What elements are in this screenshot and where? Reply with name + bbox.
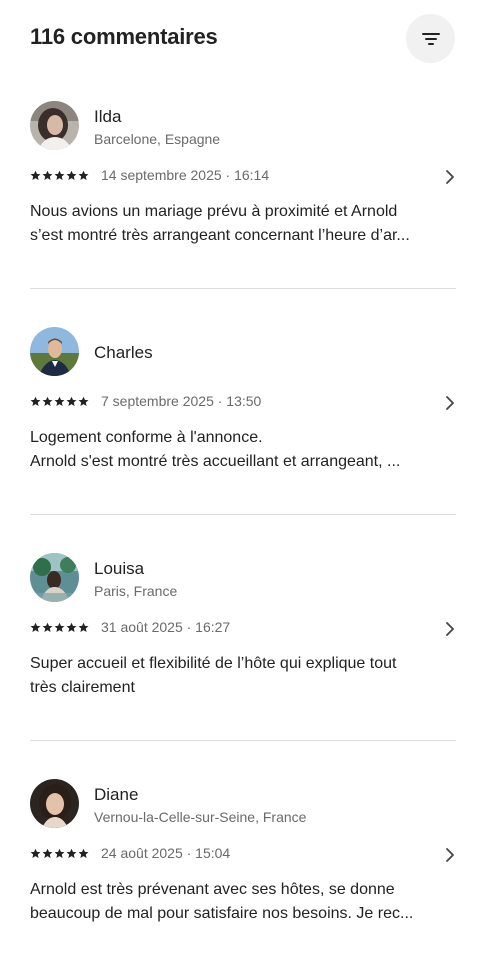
filter-icon [421,32,440,45]
reviewer-name: Diane [94,785,139,804]
star-icon [66,396,77,406]
star-icon [66,848,77,858]
review-date: 14 septembre 2025 · 16:14 [101,167,270,183]
review-text[interactable]: Super accueil et flexibilité de l’hôte q… [30,652,456,700]
star-icon [42,396,53,406]
star-icon [54,170,65,180]
review-text-line: s’est montré très arrangeant concernant … [30,227,410,244]
review-date: 7 septembre 2025 · 13:50 [101,393,262,409]
reviewer-name: Charles [94,343,153,362]
star-icon [66,622,77,632]
review-text[interactable]: Logement conforme à l'annonce. Arnold s'… [30,426,456,474]
star-rating [30,622,89,633]
review-meta: 31 août 2025 · 16:27 [30,619,456,639]
review-text-line: Arnold est très prévenant avec ses hôtes… [30,881,395,898]
reviewer-name: Louisa [94,559,145,578]
review-text-line: Arnold s'est montré très accueillant et … [30,453,401,470]
reviewer-name: Ilda [94,107,122,126]
review-text-line: Super accueil et flexibilité de l’hôte q… [30,655,397,672]
review-item: Louisa Paris, France 31 août 2025 · 16:2… [30,553,456,713]
review-date: 31 août 2025 · 16:27 [101,619,231,635]
review-item: Charles 7 septembre 2025 · 13:50 Logemen… [30,327,456,487]
star-icon [78,622,89,632]
star-icon [78,170,89,180]
star-rating [30,170,89,181]
star-icon [66,170,77,180]
review-text-line: beaucoup de mal pour satisfaire nos beso… [30,905,414,922]
review-text-line: Logement conforme à l'annonce. [30,429,263,446]
avatar[interactable] [30,779,79,828]
divider [30,288,456,289]
divider [30,514,456,515]
avatar[interactable] [30,101,79,150]
review-item: Diane Vernou-la-Celle-sur-Seine, France … [30,779,456,939]
avatar[interactable] [30,327,79,376]
avatar[interactable] [30,553,79,602]
star-icon [78,396,89,406]
chevron-right-icon[interactable] [444,621,456,637]
divider [30,740,456,741]
review-item: Ilda Barcelone, Espagne 14 septembre 202… [30,101,456,261]
chevron-right-icon[interactable] [444,847,456,863]
star-icon [54,848,65,858]
review-text[interactable]: Nous avions un mariage prévu à proximité… [30,200,456,248]
review-text[interactable]: Arnold est très prévenant avec ses hôtes… [30,878,456,926]
review-text-line: Nous avions un mariage prévu à proximité… [30,203,398,220]
reviews-header: 116 commentaires [0,0,485,78]
star-rating [30,396,89,407]
star-icon [78,848,89,858]
star-icon [30,848,41,858]
reviewer-location: Paris, France [94,583,178,599]
review-date: 24 août 2025 · 15:04 [101,845,231,861]
review-meta: 7 septembre 2025 · 13:50 [30,393,456,413]
star-icon [30,170,41,180]
star-rating [30,848,89,859]
chevron-right-icon[interactable] [444,395,456,411]
star-icon [42,170,53,180]
page-title: 116 commentaires [30,24,218,49]
chevron-right-icon[interactable] [444,169,456,185]
review-meta: 24 août 2025 · 15:04 [30,845,456,865]
review-text-line: très clairement [30,679,135,696]
star-icon [42,848,53,858]
filter-button[interactable] [406,14,455,63]
star-icon [30,622,41,632]
star-icon [42,622,53,632]
reviewer-location: Vernou-la-Celle-sur-Seine, France [94,809,307,825]
star-icon [54,622,65,632]
star-icon [30,396,41,406]
review-meta: 14 septembre 2025 · 16:14 [30,167,456,187]
star-icon [54,396,65,406]
reviewer-location: Barcelone, Espagne [94,131,221,147]
